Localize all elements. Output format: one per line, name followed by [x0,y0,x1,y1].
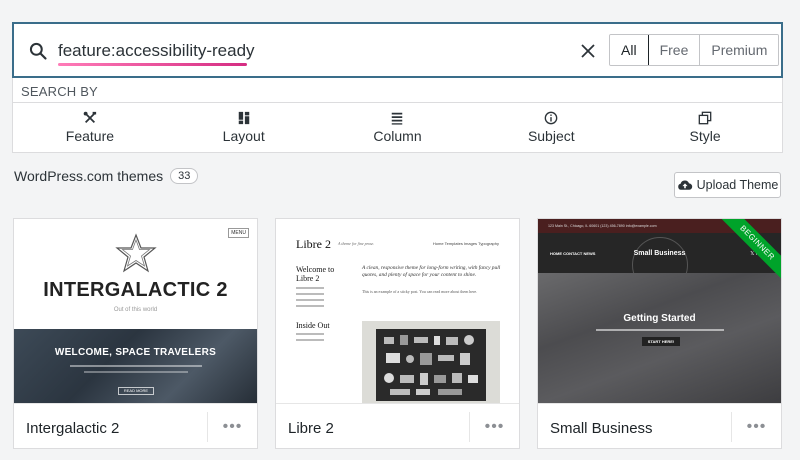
info-icon [544,111,558,124]
beginner-badge: BEGINNER [715,219,781,285]
preview-meta-line [296,287,324,289]
preview-meta-line [296,293,324,295]
theme-card-libre-2: Libre 2 A theme for fine prose. Home Tem… [275,218,520,449]
preview-text-line [70,365,202,367]
close-icon[interactable] [579,42,597,60]
preview-text-line [84,371,188,373]
preview-hero: WELCOME, SPACE TRAVELERS READ MORE [14,329,257,403]
tier-filter: All Free Premium [609,34,780,66]
theme-name[interactable]: Small Business [550,420,653,437]
search-icon [29,42,47,60]
preview-header: MENU INTERGALACTIC 2 Out of this world [14,219,257,329]
stacked-squares-icon [698,111,712,124]
themes-heading: WordPress.com themes 33 [14,168,199,184]
search-by-column-label: Column [373,127,422,144]
search-by-column[interactable]: Column [321,103,475,151]
filter-free-button[interactable]: Free [648,35,701,65]
search-by-layout-label: Layout [222,127,265,144]
search-by-label: SEARCH BY [21,84,98,99]
preview-text-line [596,329,724,331]
theme-card-footer: Libre 2 ••• [276,403,519,448]
preview-tagline: A theme for fine prose. [338,241,375,246]
more-options-button[interactable]: ••• [731,412,781,442]
preview-hero-button: START HERE! [642,337,680,346]
search-by-panel: SEARCH BY Feature Layout Column Subject … [12,78,783,153]
search-input[interactable] [58,36,558,66]
preview-hero-button: READ MORE [118,387,154,395]
theme-card-small-business: 123 Main St., Chicago, IL 60601 (123) 45… [537,218,782,449]
search-by-feature[interactable]: Feature [13,103,167,151]
preview-title: INTERGALACTIC 2 [43,279,228,301]
preview-nav: Home Templates Images Typography [432,241,499,246]
themes-count-badge: 33 [170,168,199,184]
preview-meta-line [296,305,324,307]
preview-meta-line [296,333,324,335]
search-by-layout[interactable]: Layout [167,103,321,151]
filter-premium-button[interactable]: Premium [700,35,779,65]
lines-icon [392,112,403,125]
theme-name[interactable]: Libre 2 [288,420,334,437]
search-by-style[interactable]: Style [628,103,782,151]
preview-hero-title: Getting Started [623,313,696,324]
preview-post-title: Welcome to Libre 2 [296,265,335,283]
filter-all-button[interactable]: All [610,35,649,65]
upload-theme-label: Upload Theme [696,178,779,192]
theme-card-footer: Small Business ••• [538,403,781,448]
themes-title: WordPress.com themes [14,168,164,184]
theme-card-intergalactic-2: MENU INTERGALACTIC 2 Out of this world W… [13,218,258,449]
preview-page: Libre 2 A theme for fine prose. Home Tem… [276,219,519,403]
search-by-feature-label: Feature [65,127,115,144]
theme-thumbnail[interactable]: Libre 2 A theme for fine prose. Home Tem… [276,219,519,403]
preview-post-title: Inside Out [296,321,330,330]
more-options-button[interactable]: ••• [207,412,257,442]
star-icon [115,233,157,273]
preview-hero: Getting Started START HERE! [538,273,781,403]
search-by-subject-label: Subject [527,127,575,144]
preview-photo-tray [376,329,486,401]
upload-theme-button[interactable]: Upload Theme [674,172,781,198]
preview-meta-line [296,339,324,341]
preview-note: This is an example of a sticky post. You… [362,289,478,294]
more-options-button[interactable]: ••• [469,412,519,442]
search-token-underline [58,63,247,66]
wrench-screwdriver-icon [83,111,97,123]
search-by-style-label: Style [689,127,721,144]
layout-blocks-icon [238,111,249,124]
theme-thumbnail[interactable]: MENU INTERGALACTIC 2 Out of this world W… [14,219,257,403]
preview-photo [362,321,500,403]
search-by-filters: Feature Layout Column Subject Style [13,103,782,151]
beginner-ribbon: BEGINNER [711,219,781,289]
preview-intro: A clean, responsive theme for long-form … [362,265,501,278]
theme-card-footer: Intergalactic 2 ••• [14,403,257,448]
search-by-subject[interactable]: Subject [474,103,628,151]
preview-logo: Libre 2 [296,237,331,251]
cloud-upload-icon [677,180,692,190]
search-box[interactable]: All Free Premium [12,22,783,78]
preview-subtitle: Out of this world [113,307,158,313]
preview-meta-line [296,299,324,301]
menu-button-preview: MENU [228,228,249,238]
theme-name[interactable]: Intergalactic 2 [26,420,119,437]
preview-hero-title: WELCOME, SPACE TRAVELERS [54,347,217,358]
theme-thumbnail[interactable]: 123 Main St., Chicago, IL 60601 (123) 45… [538,219,781,403]
